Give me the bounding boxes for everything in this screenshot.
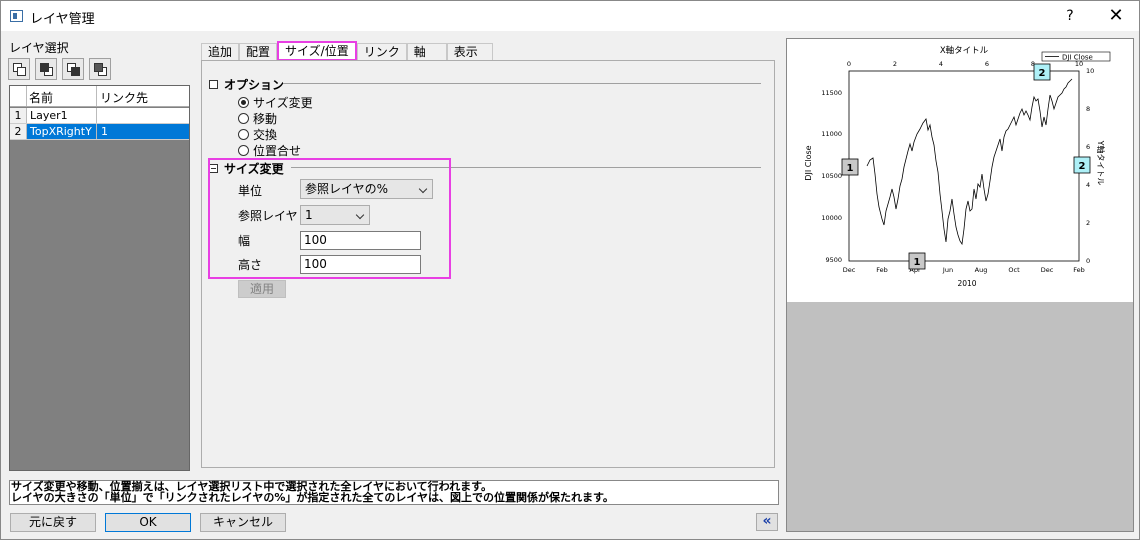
option-resize[interactable]: サイズ変更 [238, 94, 313, 111]
left-tick: 9500 [825, 256, 842, 264]
top-tick: 10 [1075, 60, 1083, 68]
bottom-tick: Oct [1008, 266, 1020, 274]
bottom-axis-title: 2010 [957, 279, 976, 288]
preview-graph: X軸タイトル DJI Close 0 2 4 6 8 10 11500 1100… [804, 45, 1111, 288]
right-tick: 0 [1086, 257, 1090, 265]
table-row[interactable]: 1 Layer1 [10, 108, 189, 124]
dji-close-line [866, 78, 1073, 246]
radio-icon[interactable] [238, 113, 249, 124]
tab-link[interactable]: リンク [356, 43, 407, 61]
bottom-tick: Feb [1073, 266, 1085, 274]
left-tick: 11000 [821, 130, 842, 138]
layer-list[interactable]: 名前 リンク先 1 Layer1 2 TopXRightY 1 [9, 85, 190, 471]
bring-forward-icon[interactable] [8, 58, 30, 80]
send-to-back-icon[interactable] [89, 58, 111, 80]
layer1-bottom-tag-label: 1 [914, 257, 921, 268]
collapse-preview-button[interactable]: « [756, 513, 778, 531]
highlight-frame [208, 158, 451, 279]
layer-toolbar [8, 58, 111, 80]
title-bar: レイヤ管理 ? ✕ [1, 1, 1139, 31]
top-tick: 4 [939, 60, 943, 68]
options-divider [283, 83, 761, 84]
radio-icon[interactable] [238, 145, 249, 156]
right-tick: 6 [1086, 143, 1090, 151]
bottom-tick: Aug [975, 266, 988, 274]
bring-to-front-icon[interactable] [62, 58, 84, 80]
left-tick: 10500 [821, 172, 842, 180]
radio-icon[interactable] [238, 129, 249, 140]
top-axis-title: X軸タイトル [940, 45, 989, 56]
layer-select-label: レイヤ選択 [9, 41, 69, 55]
right-tick: 2 [1086, 219, 1090, 227]
tab-arrange[interactable]: 配置 [239, 43, 278, 61]
help-button[interactable]: ? [1047, 1, 1093, 31]
send-backward-icon[interactable] [35, 58, 57, 80]
tab-add[interactable]: 追加 [201, 43, 240, 61]
right-tick: 8 [1086, 105, 1090, 113]
cancel-button[interactable]: キャンセル [200, 513, 286, 532]
option-swap[interactable]: 交換 [238, 126, 277, 143]
plot-frame [848, 70, 1080, 262]
reset-button[interactable]: 元に戻す [10, 513, 96, 532]
left-tick: 10000 [821, 214, 842, 222]
bottom-tick: Jun [942, 266, 953, 274]
bottom-tick: Dec [1041, 266, 1054, 274]
apply-button[interactable]: 適用 [238, 280, 286, 298]
right-tick: 10 [1086, 67, 1094, 75]
header-name[interactable]: 名前 [27, 86, 97, 106]
bottom-tick: Feb [876, 266, 888, 274]
option-align[interactable]: 位置合せ [238, 142, 301, 159]
close-button[interactable]: ✕ [1093, 1, 1139, 31]
top-tick: 6 [985, 60, 989, 68]
option-move[interactable]: 移動 [238, 110, 277, 127]
left-axis-title: DJI Close [804, 145, 813, 180]
ok-button[interactable]: OK [105, 513, 191, 532]
table-row[interactable]: 2 TopXRightY 1 [10, 124, 189, 140]
top-tick: 0 [847, 60, 851, 68]
top-tick: 2 [893, 60, 897, 68]
right-tick: 4 [1086, 181, 1090, 189]
bottom-tick: Dec [843, 266, 856, 274]
collapse-icon[interactable] [209, 80, 218, 89]
options-group-header[interactable]: オプション [209, 76, 284, 93]
tab-axis[interactable]: 軸 [406, 43, 447, 61]
layer1-left-tag-label: 1 [847, 163, 854, 174]
left-tick: 11500 [821, 89, 842, 97]
window-title: レイヤ管理 [30, 12, 95, 27]
preview-panel: X軸タイトル DJI Close 0 2 4 6 8 10 11500 1100… [786, 38, 1134, 532]
right-axis-title: Y軸タイトル [1096, 140, 1106, 186]
info-message: サイズ変更や移動、位置揃えは、レイヤ選択リスト中で選択された全レイヤにおいて行わ… [9, 480, 779, 505]
header-link[interactable]: リンク先 [97, 86, 189, 106]
layer-management-dialog: レイヤ管理 ? ✕ レイヤ選択 名前 リンク先 1 Layer1 2 TopXR… [0, 0, 1140, 540]
radio-selected-icon[interactable] [238, 97, 249, 108]
tab-size-position[interactable]: サイズ/位置 [277, 41, 357, 61]
info-line-2: レイヤの大きさの「単位」で「リンクされたレイヤの%」が指定された全てのレイヤは、… [11, 491, 614, 504]
tab-strip: 追加 配置 サイズ/位置 リンク 軸 表示 [201, 41, 493, 61]
layer2-right-tag-label: 2 [1079, 161, 1086, 172]
layer-list-header: 名前 リンク先 [10, 86, 189, 107]
layer2-top-tag-label: 2 [1039, 68, 1046, 79]
tab-display[interactable]: 表示 [446, 43, 493, 61]
app-icon [10, 10, 23, 22]
